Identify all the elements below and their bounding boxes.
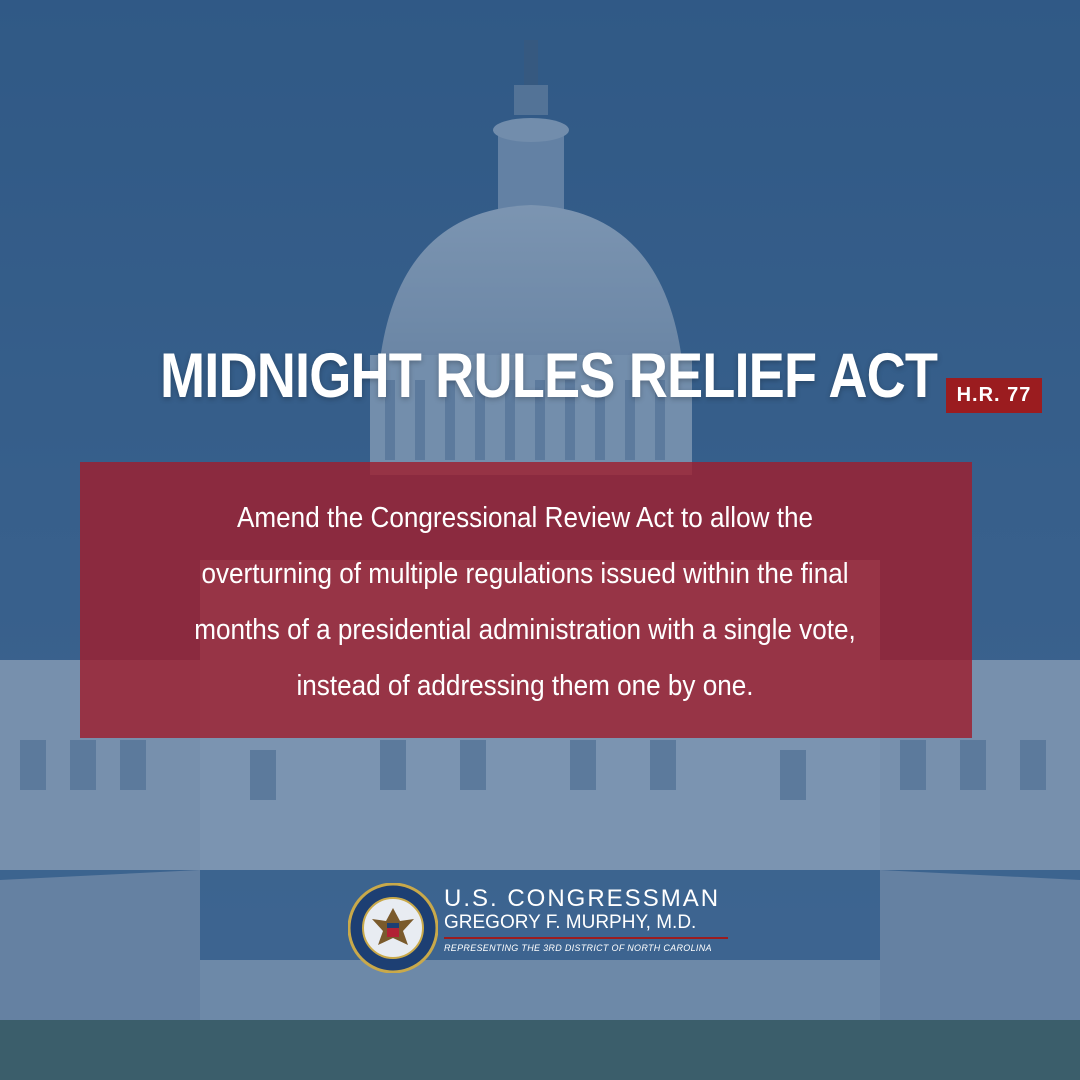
representative-name: GREGORY F. MURPHY, M.D. (444, 912, 728, 939)
description-panel: Amend the Congressional Review Act to al… (80, 462, 972, 738)
office-title: U.S. CONGRESSMAN (444, 885, 721, 912)
representative-signature: U.S. CONGRESSMAN GREGORY F. MURPHY, M.D.… (444, 886, 744, 953)
district-line: REPRESENTING THE 3RD DISTRICT OF NORTH C… (444, 943, 712, 953)
bill-number-badge: H.R. 77 (946, 378, 1042, 413)
bill-title: MIDNIGHT RULES RELIEF ACT (160, 341, 938, 411)
social-graphic: MIDNIGHT RULES RELIEF ACT H.R. 77 Amend … (0, 0, 1080, 1080)
house-seal-icon (348, 883, 438, 973)
bill-description: Amend the Congressional Review Act to al… (194, 502, 856, 702)
